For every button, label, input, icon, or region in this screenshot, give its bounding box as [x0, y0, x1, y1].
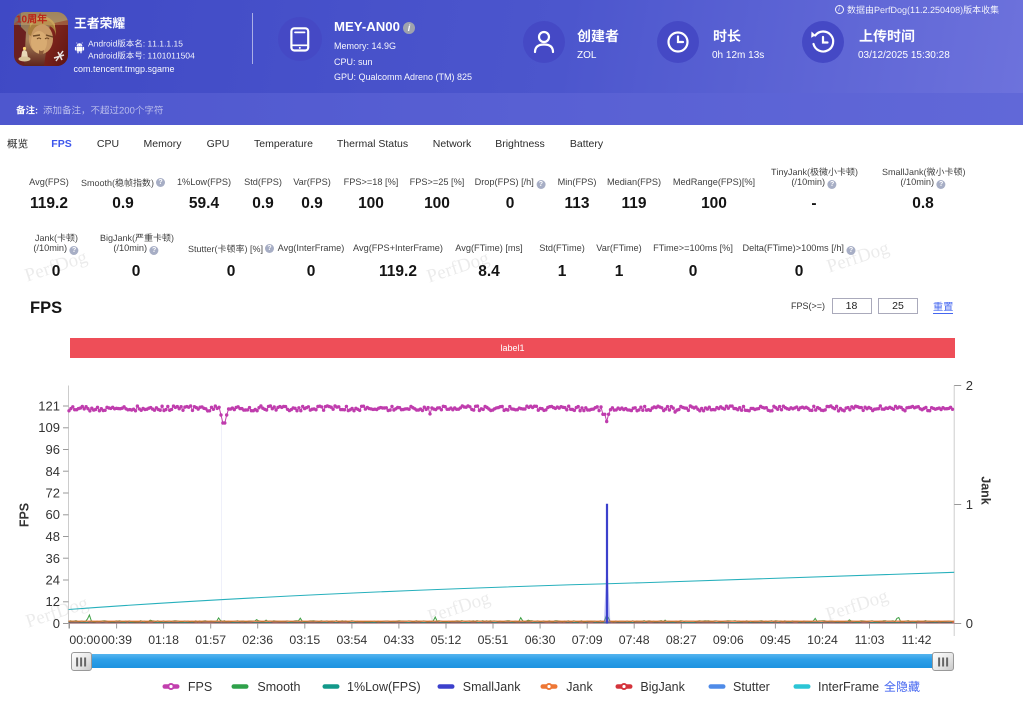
svg-text:09:45: 09:45	[760, 633, 791, 647]
svg-text:10周年: 10周年	[16, 13, 47, 26]
svg-text:24: 24	[46, 573, 60, 588]
svg-text:05:51: 05:51	[478, 633, 509, 647]
svg-text:84: 84	[46, 464, 60, 479]
svg-text:0: 0	[966, 616, 973, 631]
svg-text:00:39: 00:39	[101, 633, 132, 647]
svg-text:03:54: 03:54	[337, 633, 368, 647]
svg-text:01:57: 01:57	[195, 633, 226, 647]
svg-text:96: 96	[46, 442, 60, 457]
svg-text:10:24: 10:24	[807, 633, 838, 647]
svg-text:72: 72	[46, 486, 60, 501]
svg-text:11:42: 11:42	[902, 633, 932, 647]
svg-text:109: 109	[38, 420, 60, 435]
svg-text:00:00: 00:00	[69, 633, 100, 647]
svg-text:36: 36	[46, 551, 60, 566]
svg-text:121: 121	[38, 399, 60, 414]
svg-text:12: 12	[46, 594, 60, 609]
svg-text:04:33: 04:33	[384, 633, 415, 647]
svg-text:09:06: 09:06	[713, 633, 744, 647]
svg-text:48: 48	[46, 529, 60, 544]
svg-text:05:12: 05:12	[431, 633, 462, 647]
svg-text:Jank: Jank	[979, 476, 993, 505]
svg-text:08:27: 08:27	[666, 633, 697, 647]
svg-text:07:09: 07:09	[572, 633, 603, 647]
svg-text:1: 1	[966, 497, 973, 512]
svg-text:02:36: 02:36	[242, 633, 273, 647]
svg-text:06:30: 06:30	[525, 633, 556, 647]
svg-text:03:15: 03:15	[289, 633, 320, 647]
svg-text:2: 2	[966, 378, 973, 393]
svg-text:FPS: FPS	[17, 503, 31, 527]
svg-text:60: 60	[46, 507, 60, 522]
svg-text:0: 0	[53, 616, 60, 631]
svg-text:11:03: 11:03	[855, 633, 885, 647]
svg-text:07:48: 07:48	[619, 633, 650, 647]
svg-text:01:18: 01:18	[148, 633, 179, 647]
